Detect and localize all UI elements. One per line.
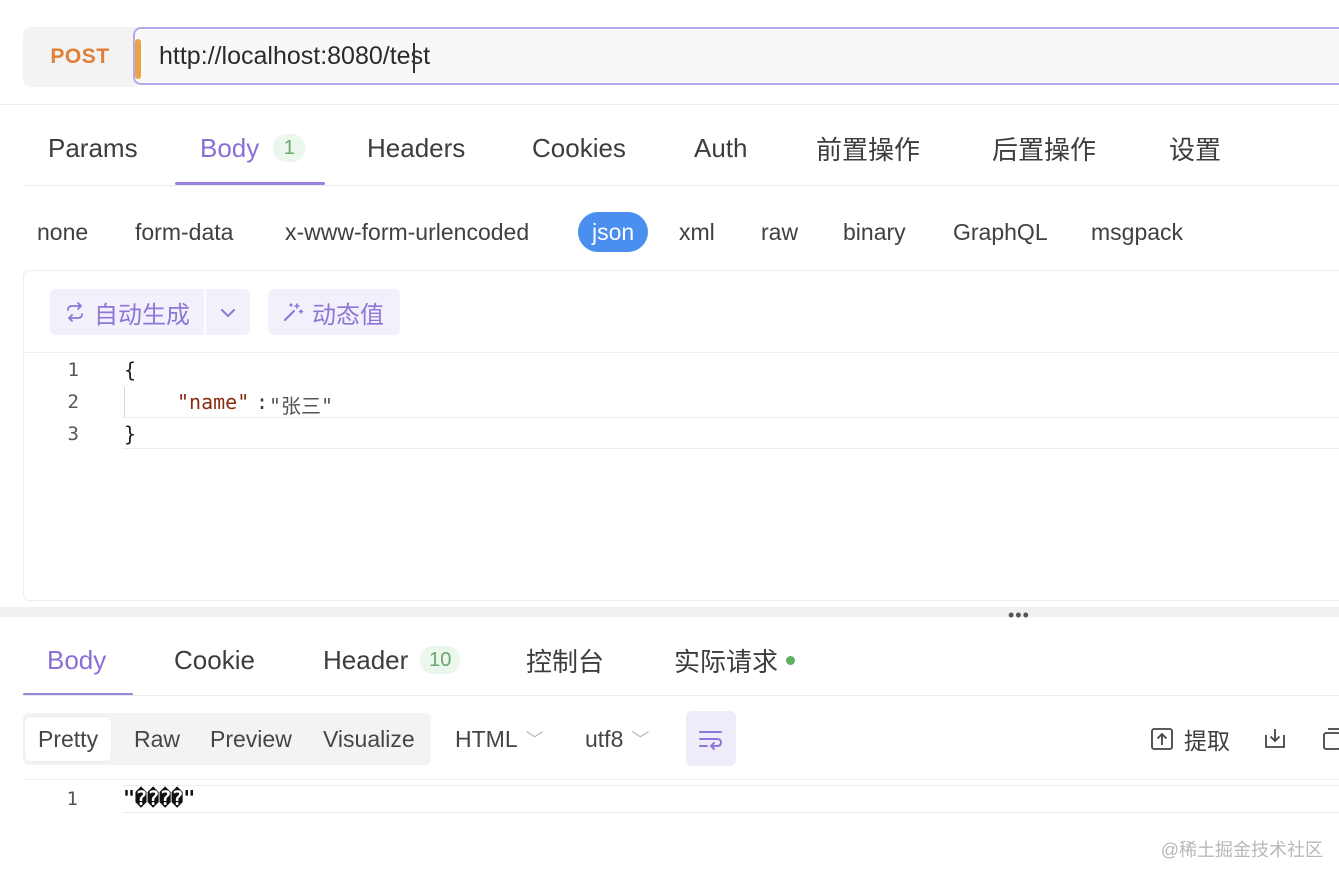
line-number: 3: [67, 423, 79, 445]
dynamic-value-label: 动态值: [312, 301, 384, 329]
body-type-form-data[interactable]: form-data: [135, 212, 233, 252]
tab-settings[interactable]: 设置: [1169, 110, 1221, 186]
body-type-urlencoded[interactable]: x-www-form-urlencoded: [285, 212, 529, 252]
view-pretty[interactable]: Pretty: [25, 717, 112, 761]
indent-guide: [124, 387, 125, 417]
view-preview[interactable]: Preview: [210, 717, 292, 761]
view-raw[interactable]: Raw: [134, 717, 180, 761]
line-number: 1: [66, 788, 78, 810]
url-text: http://localhost:8080/test: [159, 41, 431, 70]
active-line-highlight: [122, 417, 1339, 449]
body-type-json[interactable]: json: [578, 212, 649, 252]
tab-body-label: Body: [200, 132, 260, 163]
url-bar: POST http://localhost:8080/test: [23, 27, 1339, 87]
line-number: 2: [67, 391, 79, 413]
wrap-icon: [699, 730, 723, 750]
tab-params[interactable]: Params: [48, 110, 138, 186]
body-type-raw[interactable]: raw: [761, 212, 798, 252]
download-icon[interactable]: [1263, 726, 1287, 755]
drag-handle-icon[interactable]: •••: [1008, 605, 1030, 626]
code-brace-open: {: [124, 358, 137, 382]
word-wrap-button[interactable]: [686, 711, 736, 766]
magic-wand-icon: [284, 303, 304, 321]
encoding-select[interactable]: utf8 ﹀: [585, 713, 649, 765]
code-brace-close: }: [124, 422, 137, 446]
json-colon: :: [256, 390, 269, 414]
tab-body-count-badge: 1: [273, 134, 306, 162]
tab-post-operations[interactable]: 后置操作: [992, 110, 1096, 186]
tab-headers[interactable]: Headers: [367, 110, 465, 186]
tab-cookies[interactable]: Cookies: [532, 110, 626, 186]
divider: [23, 185, 1339, 186]
format-select[interactable]: HTML ﹀: [455, 713, 544, 765]
dynamic-value-button[interactable]: 动态值: [268, 289, 400, 335]
response-body-viewer: 1 "����": [23, 779, 1339, 869]
tab-body[interactable]: Body 1: [200, 110, 306, 186]
active-line-highlight: [123, 785, 1339, 813]
editor-toolbar: 自动生成 动态值: [24, 271, 1339, 353]
panel-splitter[interactable]: [0, 607, 1339, 617]
body-type-graphql[interactable]: GraphQL: [953, 212, 1048, 252]
body-type-binary[interactable]: binary: [843, 212, 906, 252]
url-accent-bar: [135, 39, 141, 79]
chevron-down-icon[interactable]: [220, 308, 236, 318]
extract-label: 提取: [1184, 728, 1230, 754]
auto-generate-button[interactable]: 自动生成: [50, 289, 250, 335]
request-body-editor: 自动生成 动态值 1 2 3 { "name" : "张三" }: [23, 270, 1339, 601]
header-count-badge: 10: [420, 646, 461, 674]
json-value: "张三": [269, 394, 334, 418]
view-visualize[interactable]: Visualize: [323, 717, 415, 761]
method-selector[interactable]: POST: [23, 27, 137, 87]
divider: [23, 695, 1339, 696]
chevron-down-icon: ﹀: [525, 730, 544, 750]
response-body-text: "����": [123, 786, 196, 810]
watermark: @稀土掘金技术社区: [1160, 840, 1323, 860]
tab-pre-operations[interactable]: 前置操作: [816, 110, 920, 186]
text-caret: [413, 43, 415, 73]
divider: [0, 104, 1339, 105]
response-tab-actual-request[interactable]: 实际请求: [674, 630, 796, 690]
split-divider: [204, 289, 206, 335]
line-number: 1: [67, 359, 79, 381]
response-tab-console[interactable]: 控制台: [526, 630, 604, 690]
tab-auth[interactable]: Auth: [694, 110, 748, 186]
extract-button[interactable]: 提取: [1150, 713, 1230, 765]
url-input[interactable]: http://localhost:8080/test: [133, 27, 1339, 85]
json-key: "name": [177, 390, 250, 414]
extract-icon: [1151, 728, 1173, 750]
response-tab-header[interactable]: Header 10: [323, 630, 461, 690]
view-mode-group: Pretty Raw Preview Visualize: [23, 713, 431, 765]
sync-icon: [67, 302, 83, 322]
copy-icon[interactable]: [1322, 727, 1339, 751]
chevron-down-icon: ﹀: [631, 730, 650, 750]
body-type-xml[interactable]: xml: [679, 212, 715, 252]
auto-generate-label: 自动生成: [94, 301, 190, 329]
status-dot: [786, 655, 796, 665]
body-type-msgpack[interactable]: msgpack: [1091, 212, 1183, 252]
body-type-none[interactable]: none: [37, 212, 88, 252]
response-tab-body[interactable]: Body: [47, 630, 106, 690]
response-tab-cookie[interactable]: Cookie: [174, 630, 255, 690]
request-tabs: Params Body 1 Headers Cookies Auth 前置操作 …: [23, 110, 1339, 186]
